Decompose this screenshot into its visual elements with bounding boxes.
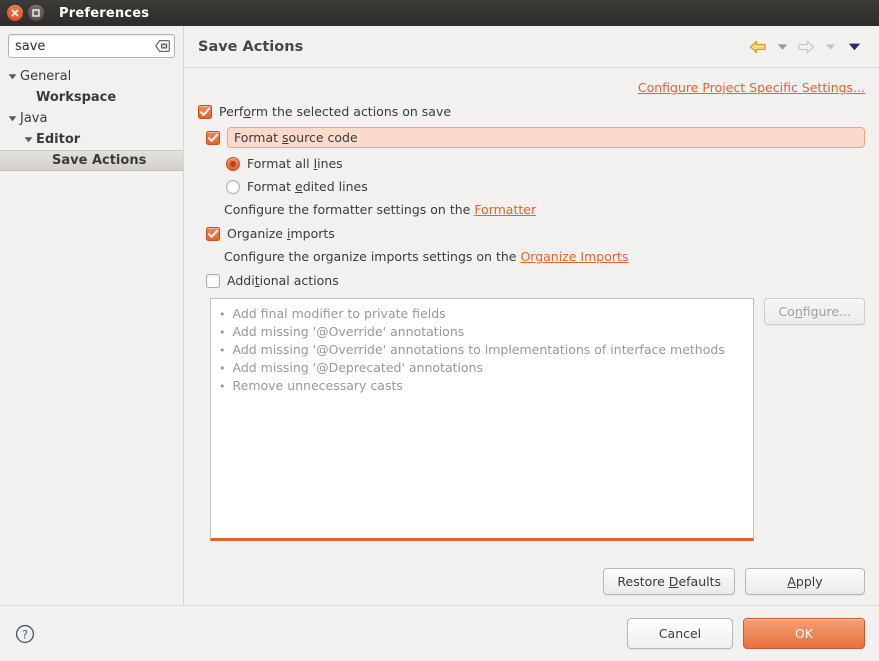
list-item-label: Add final modifier to private fields	[232, 306, 446, 321]
additional-actions-row[interactable]: Additional actions	[206, 273, 865, 288]
menu-dropdown-icon[interactable]	[843, 36, 865, 58]
restore-defaults-button[interactable]: Restore Defaults	[603, 568, 735, 595]
additional-actions-area: • Add final modifier to private fields • Ad…	[210, 298, 865, 556]
organize-imports-description: Configure the organize imports settings …	[224, 249, 865, 264]
formatter-description-text: Configure the formatter settings on the	[224, 202, 475, 217]
additional-actions-list[interactable]: • Add final modifier to private fields • Ad…	[210, 298, 755, 541]
format-all-lines-label: Format all lines	[247, 156, 343, 171]
format-all-lines-row[interactable]: Format all lines	[226, 156, 865, 171]
search-area	[0, 34, 183, 64]
perform-on-save-label: Perform the selected actions on save	[219, 104, 452, 119]
bullet-icon: •	[219, 362, 226, 375]
bullet-icon: •	[219, 380, 226, 393]
organize-imports-link[interactable]: Organize Imports	[520, 249, 628, 264]
organize-imports-label: Organize imports	[227, 226, 335, 241]
bullet-icon: •	[219, 326, 226, 339]
list-item-label: Add missing '@Override' annotations to i…	[232, 342, 725, 357]
sidebar-item-label: Save Actions	[52, 153, 147, 168]
svg-text:?: ?	[22, 627, 28, 641]
format-edited-lines-label: Format edited lines	[247, 179, 368, 194]
configure-project-specific-settings-link[interactable]: Configure Project Specific Settings...	[638, 80, 865, 95]
list-item-label: Add missing '@Override' annotations	[232, 324, 465, 339]
page-buttons: Restore Defaults Apply	[198, 556, 865, 605]
settings-scroll-area: Configure Project Specific Settings... P…	[184, 68, 879, 605]
window-title: Preferences	[59, 5, 150, 21]
content-pane: Save Actions Configure Project Specific …	[184, 26, 879, 605]
dialog-footer: ? Cancel OK	[0, 605, 879, 661]
project-settings-row: Configure Project Specific Settings...	[198, 80, 865, 95]
list-item[interactable]: • Remove unnecessary casts	[219, 377, 745, 395]
list-item-label: Add missing '@Deprecated' annotations	[232, 360, 484, 375]
perform-on-save-row[interactable]: Perform the selected actions on save	[198, 104, 865, 119]
footer-buttons: Cancel OK	[627, 618, 865, 649]
list-item-label: Remove unnecessary casts	[232, 378, 403, 393]
format-source-code-row[interactable]: Format source code	[206, 127, 865, 148]
sidebar: General Workspace Java Editor Save Actions	[0, 26, 184, 605]
preferences-dialog: Preferences GeneralWorkspaceJavaEdit	[0, 0, 879, 661]
back-dropdown-icon[interactable]	[771, 36, 793, 58]
sidebar-item-workspace[interactable]: Workspace	[0, 87, 183, 108]
help-icon[interactable]: ?	[14, 623, 36, 645]
maximize-icon[interactable]	[28, 5, 44, 21]
sidebar-item-label: Workspace	[36, 90, 117, 105]
chevron-down-icon[interactable]	[6, 115, 18, 122]
organize-imports-description-text: Configure the organize imports settings …	[224, 249, 521, 264]
cancel-button[interactable]: Cancel	[627, 618, 733, 649]
bullet-icon: •	[219, 344, 226, 357]
organize-imports-checkbox[interactable]	[206, 226, 220, 241]
format-all-lines-radio[interactable]	[226, 156, 240, 171]
configure-button[interactable]: Configure...	[764, 298, 865, 325]
sidebar-item-label: Java	[20, 111, 48, 126]
sidebar-item-save-actions[interactable]: Save Actions	[0, 150, 183, 171]
page-title: Save Actions	[198, 38, 304, 55]
search-input[interactable]	[9, 35, 174, 57]
forward-arrow-icon	[795, 36, 817, 58]
sidebar-item-java[interactable]: Java	[0, 108, 183, 129]
forward-dropdown-icon	[819, 36, 841, 58]
ok-button[interactable]: OK	[743, 618, 865, 649]
chevron-down-icon[interactable]	[22, 136, 34, 143]
dialog-body: General Workspace Java Editor Save Actions S…	[0, 26, 879, 605]
sidebar-item-label: General	[20, 69, 72, 84]
list-item[interactable]: • Add missing '@Override' annotations	[219, 323, 745, 341]
format-edited-lines-row[interactable]: Format edited lines	[226, 179, 865, 194]
back-arrow-icon[interactable]	[747, 36, 769, 58]
search-box[interactable]	[8, 34, 175, 58]
formatter-link[interactable]: Formatter	[474, 202, 536, 217]
format-source-code-label: Format source code	[227, 127, 865, 148]
perform-on-save-checkbox[interactable]	[198, 104, 212, 119]
chevron-down-icon[interactable]	[6, 73, 18, 80]
sidebar-item-general[interactable]: General	[0, 66, 183, 87]
additional-actions-checkbox[interactable]	[206, 273, 220, 288]
navigation-buttons	[747, 36, 865, 58]
list-item[interactable]: • Add final modifier to private fields	[219, 305, 745, 323]
title-bar: Preferences	[0, 0, 879, 26]
formatter-description: Configure the formatter settings on the …	[224, 202, 865, 217]
preferences-tree: General Workspace Java Editor Save Actions	[0, 64, 183, 605]
format-edited-lines-radio[interactable]	[226, 179, 240, 194]
apply-button[interactable]: Apply	[745, 568, 865, 595]
clear-icon[interactable]	[155, 40, 170, 53]
format-source-code-checkbox[interactable]	[206, 130, 220, 145]
content-header: Save Actions	[184, 26, 879, 68]
organize-imports-row[interactable]: Organize imports	[206, 226, 865, 241]
sidebar-item-label: Editor	[36, 132, 81, 147]
list-item[interactable]: • Add missing '@Deprecated' annotations	[219, 359, 745, 377]
sidebar-item-editor[interactable]: Editor	[0, 129, 183, 150]
additional-actions-label: Additional actions	[227, 273, 339, 288]
close-icon[interactable]	[7, 5, 23, 21]
bullet-icon: •	[219, 308, 226, 321]
list-item[interactable]: • Add missing '@Override' annotations to …	[219, 341, 745, 359]
